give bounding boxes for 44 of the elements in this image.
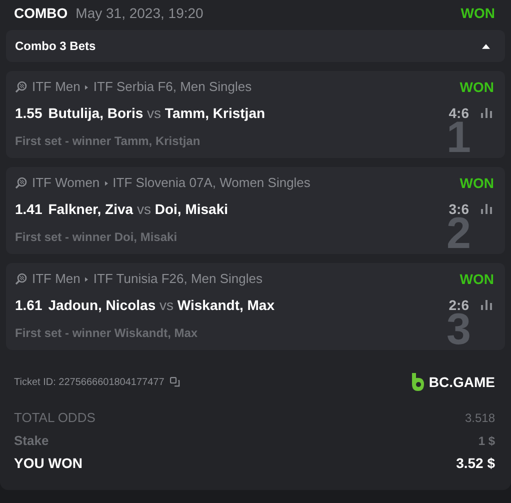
brand-name: BC.GAME [428, 372, 495, 392]
stats-icon[interactable] [481, 204, 492, 214]
summary-label: Stake [14, 432, 49, 450]
sport-category[interactable]: ITF Men [32, 77, 80, 97]
bet-odds: 1.41 [15, 200, 42, 218]
tournament-name[interactable]: ITF Serbia F6, Men Singles [93, 77, 252, 97]
match-name: Falkner, Ziva vs Doi, Misaki [48, 200, 228, 218]
bet-market: First set - winner Wiskandt, Max [15, 326, 198, 340]
sport-category[interactable]: ITF Men [32, 269, 80, 289]
summary-value: 1 $ [478, 432, 496, 450]
bet-status: WON [460, 4, 496, 22]
stats-icon[interactable] [481, 300, 492, 310]
summary-label: YOU WON [14, 454, 82, 473]
bet-odds: 1.55 [15, 104, 42, 122]
tournament-name[interactable]: ITF Slovenia 07A, Women Singles [112, 173, 310, 193]
match-score: 3:6 [448, 200, 469, 217]
match-score: 4:6 [448, 104, 469, 122]
bet-type: COMBO [14, 4, 68, 22]
logo-icon [410, 373, 425, 391]
tennis-racket-icon [15, 81, 27, 93]
bet-market: First set - winner Tamm, Kristjan [15, 134, 200, 148]
stats-icon[interactable] [481, 108, 492, 118]
tennis-racket-icon [15, 177, 27, 189]
summary-value: 3.518 [464, 410, 496, 426]
bet-odds: 1.61 [15, 296, 42, 314]
summary-label: TOTAL ODDS [14, 408, 96, 427]
tennis-racket-icon [15, 273, 27, 285]
bet-status: WON [460, 270, 495, 288]
match-name: Butulija, Boris vs Tamm, Kristjan [48, 104, 266, 123]
match-score: 2:6 [448, 296, 469, 313]
bet-market: First set - winner Doi, Misaki [15, 230, 178, 244]
bet-date: May 31, 2023, 19:20 [76, 4, 204, 23]
bet-status: WON [460, 78, 495, 96]
combo-toggle[interactable]: Combo 3 Bets [6, 30, 505, 62]
ticket-id: Ticket ID: 2275666601804177477 [14, 376, 164, 390]
bet-status: WON [460, 174, 495, 192]
copy-icon[interactable] [170, 377, 180, 387]
sport-category[interactable]: ITF Women [32, 173, 100, 193]
tournament-name[interactable]: ITF Tunisia F26, Men Singles [93, 269, 262, 289]
chevron-icon [104, 180, 108, 186]
chevron-icon [85, 84, 88, 90]
match-name: Jadoun, Nicolas vs Wiskandt, Max [48, 296, 275, 314]
summary-value: 3.52 $ [456, 454, 496, 473]
chevron-icon [85, 276, 88, 282]
